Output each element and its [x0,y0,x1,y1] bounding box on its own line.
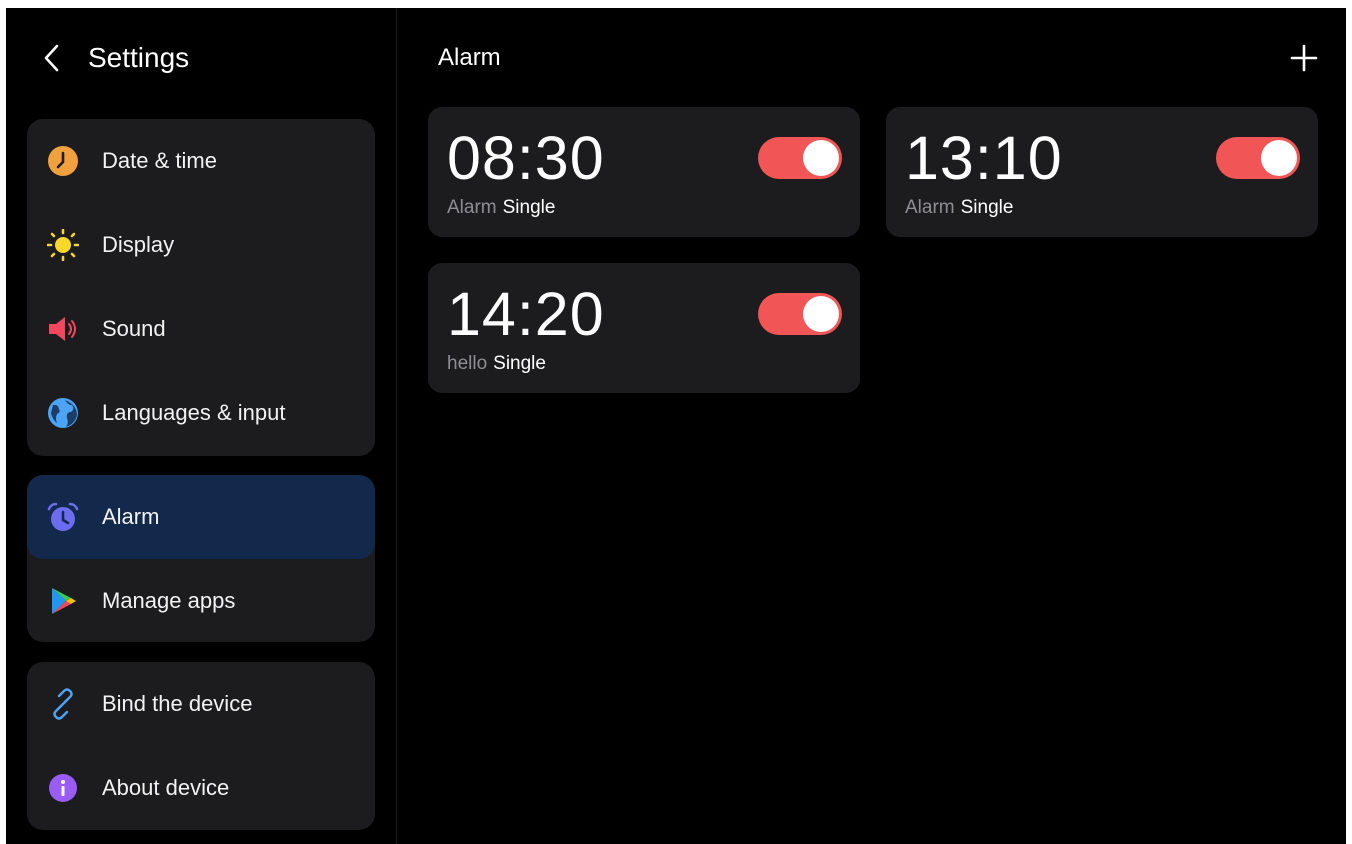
sidebar-title: Settings [88,42,190,73]
alarm-toggle[interactable] [758,293,842,335]
alarm-label: Alarm [447,197,497,218]
link-icon [47,688,79,720]
toggle-knob [1261,140,1297,176]
sidebar-header: Settings [42,38,189,78]
sidebar-item-label: Display [102,232,175,257]
alarm-clock-icon [47,501,79,533]
alarm-time: 13:10 [905,124,1063,192]
settings-group-general: Date & time Display Sound Languages & in… [27,119,375,456]
alarm-card[interactable]: 14:20 hello Single [428,263,860,393]
toggle-knob [803,140,839,176]
alarm-details: Alarm Single [905,197,1013,219]
alarm-time: 08:30 [447,124,605,192]
globe-icon [47,397,79,429]
alarm-card[interactable]: 13:10 Alarm Single [886,107,1318,237]
sidebar-item-manage-apps[interactable]: Manage apps [27,559,375,642]
alarm-toggle[interactable] [1216,137,1300,179]
alarm-panel: Alarm 08:30 Alarm Single 13:10 Alarm Singl… [397,8,1346,844]
sun-icon [47,229,79,261]
page-title: Alarm [438,44,501,71]
alarm-details: Alarm Single [447,197,555,219]
settings-sidebar: Settings Date & time Display Sound Langu… [6,8,397,844]
alarm-label: Alarm [905,197,955,218]
sidebar-item-label: Date & time [102,148,217,173]
back-button[interactable] [42,38,70,78]
info-icon [47,772,79,804]
sidebar-item-display[interactable]: Display [27,203,375,287]
alarm-repeat: Single [960,197,1014,218]
sidebar-item-sound[interactable]: Sound [27,287,375,371]
alarm-toggle[interactable] [758,137,842,179]
sidebar-item-date-time[interactable]: Date & time [27,119,375,203]
plus-icon [1290,44,1318,72]
sidebar-item-alarm[interactable]: Alarm [27,475,375,559]
sidebar-item-label: Languages & input [102,400,286,425]
sidebar-item-label: Sound [102,316,166,341]
alarm-card[interactable]: 08:30 Alarm Single [428,107,860,237]
alarm-repeat: Single [502,197,556,218]
speaker-icon [47,313,79,345]
alarm-repeat: Single [493,353,546,374]
sidebar-item-label: About device [102,775,230,800]
sidebar-item-label: Bind the device [102,691,253,716]
clock-icon [47,145,79,177]
settings-group-device: Bind the device About device [27,662,375,830]
alarm-time: 14:20 [447,280,605,348]
sidebar-item-label: Manage apps [102,588,236,613]
alarm-details: hello Single [447,353,546,375]
play-store-icon [47,585,79,617]
add-alarm-button[interactable] [1286,40,1322,76]
sidebar-item-about-device[interactable]: About device [27,746,375,830]
sidebar-item-bind-device[interactable]: Bind the device [27,662,375,746]
settings-screen: Settings Date & time Display Sound Langu… [6,8,1346,844]
chevron-left-icon [44,44,59,72]
toggle-knob [803,296,839,332]
sidebar-item-label: Alarm [102,504,160,529]
alarm-label: hello [447,353,488,374]
sidebar-item-languages-input[interactable]: Languages & input [27,371,375,455]
settings-group-apps: Alarm Manage apps [27,475,375,642]
